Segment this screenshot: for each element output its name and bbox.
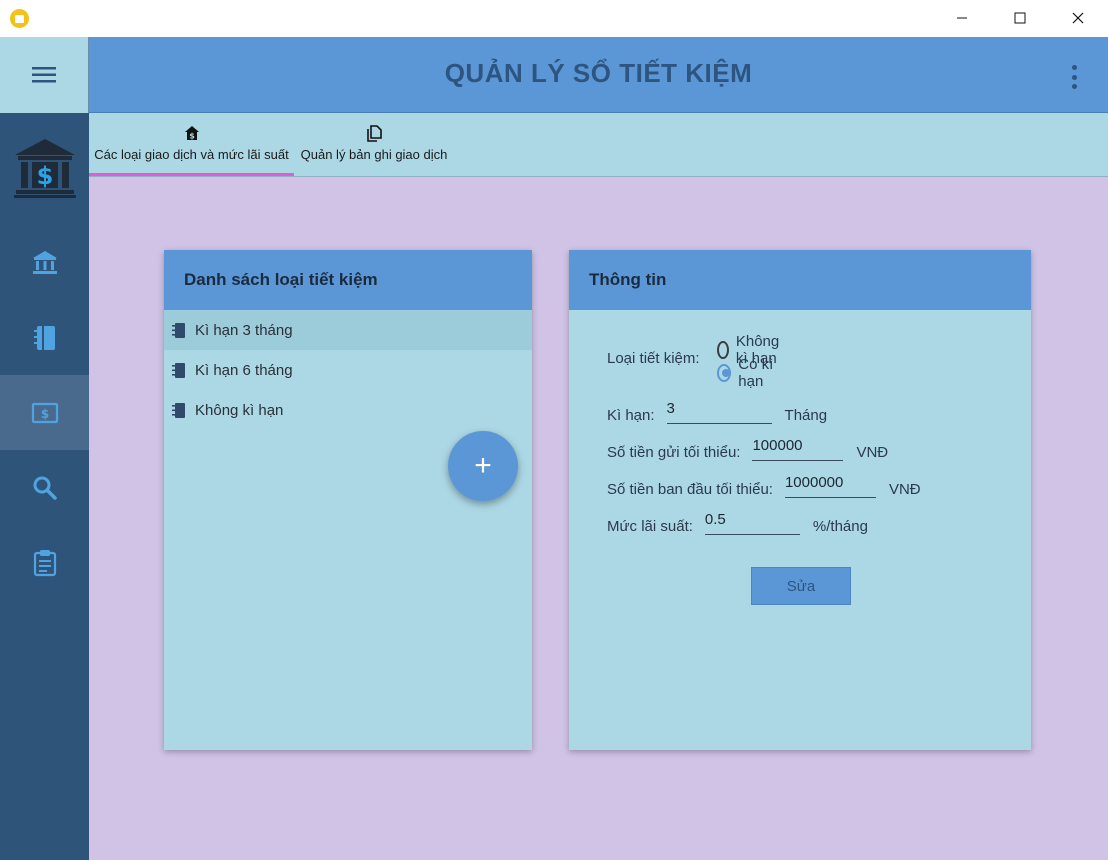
- interest-rate-row: Mức lãi suất: 0.5 %/tháng: [607, 511, 868, 535]
- list-item-label: Không kì hạn: [195, 401, 284, 419]
- sidebar-item-search[interactable]: [0, 450, 89, 525]
- menu-toggle-button[interactable]: [0, 37, 89, 113]
- term-label: Kì hạn:: [607, 407, 655, 424]
- savings-type-list-card: Danh sách loại tiết kiệm Kì hạn 3 tháng: [164, 250, 532, 750]
- side-navigation: $ $: [0, 37, 89, 860]
- maximize-icon: [1014, 12, 1026, 24]
- info-card: Thông tin Loại tiết kiệm: Không kì hạn C…: [569, 250, 1031, 750]
- term-field[interactable]: 3: [666, 400, 772, 424]
- tab-bar: $ Các loại giao dịch và mức lãi suất Quả…: [89, 113, 1108, 177]
- interest-rate-unit: %/tháng: [812, 518, 868, 535]
- close-icon: [1072, 12, 1084, 24]
- term-row: Kì hạn: 3 Tháng: [607, 400, 827, 424]
- radio-with-term[interactable]: Có kì hạn: [717, 356, 785, 390]
- min-initial-unit: VNĐ: [888, 481, 921, 498]
- house-dollar-icon: $: [184, 126, 199, 141]
- savings-type-label: Loại tiết kiệm:: [607, 350, 700, 367]
- savings-type-radio-group: Không kì hạn Có kì hạn: [717, 333, 785, 390]
- minimize-button[interactable]: [933, 0, 991, 36]
- more-options-button[interactable]: [1062, 65, 1086, 89]
- hamburger-menu-icon: [32, 67, 56, 83]
- bank-icon: [32, 250, 57, 274]
- list-item[interactable]: Không kì hạn: [164, 390, 532, 430]
- svg-text:$: $: [189, 132, 195, 141]
- tab-transaction-records[interactable]: Quản lý bản ghi giao dịch: [294, 113, 454, 176]
- sidebar-item-bank[interactable]: [0, 225, 89, 300]
- card-title: Danh sách loại tiết kiệm: [164, 250, 532, 310]
- tab-label: Các loại giao dịch và mức lãi suất: [94, 147, 289, 162]
- copy-pages-icon: [367, 125, 382, 142]
- list-item-label: Kì hạn 3 tháng: [195, 321, 293, 339]
- money-icon: $: [31, 402, 58, 423]
- main-content: Danh sách loại tiết kiệm Kì hạn 3 tháng: [89, 177, 1108, 860]
- sidebar-item-notebook[interactable]: [0, 300, 89, 375]
- term-unit: Tháng: [784, 407, 828, 424]
- notebook-icon: [172, 402, 185, 418]
- page-title: QUẢN LÝ SỔ TIẾT KIỆM: [444, 58, 753, 88]
- notebook-icon: [172, 362, 185, 378]
- tab-label: Quản lý bản ghi giao dịch: [300, 147, 448, 162]
- svg-text:$: $: [36, 162, 53, 190]
- list-item-label: Kì hạn 6 tháng: [195, 361, 293, 379]
- svg-text:$: $: [40, 407, 48, 421]
- maximize-button[interactable]: [991, 0, 1049, 36]
- interest-rate-label: Mức lãi suất:: [607, 518, 693, 535]
- min-deposit-label: Số tiền gửi tối thiểu:: [607, 444, 741, 461]
- min-deposit-unit: VNĐ: [856, 444, 889, 461]
- min-initial-label: Số tiền ban đầu tối thiểu:: [607, 481, 773, 498]
- list-item[interactable]: Kì hạn 3 tháng: [164, 310, 532, 350]
- edit-button[interactable]: Sửa: [751, 567, 851, 605]
- sidebar-item-money[interactable]: $: [0, 375, 89, 450]
- app-header: QUẢN LÝ SỔ TIẾT KIỆM: [89, 37, 1108, 113]
- add-savings-type-button[interactable]: +: [448, 431, 518, 501]
- notebook-icon: [33, 325, 55, 350]
- more-vertical-icon: [1071, 65, 1077, 70]
- clipboard-icon: [33, 549, 56, 576]
- min-initial-row: Số tiền ban đầu tối thiểu: 1000000 VNĐ: [607, 474, 921, 498]
- minimize-icon: [957, 17, 967, 19]
- min-initial-field[interactable]: 1000000: [784, 474, 876, 498]
- window-titlebar: [0, 0, 1108, 36]
- bank-dollar-logo-icon: $: [13, 139, 76, 198]
- card-title: Thông tin: [569, 250, 1031, 310]
- min-deposit-field[interactable]: 100000: [752, 437, 844, 461]
- savings-type-row: Loại tiết kiệm: Không kì hạn Có kì hạn: [607, 333, 779, 390]
- list-item[interactable]: Kì hạn 6 tháng: [164, 350, 532, 390]
- search-icon: [33, 476, 57, 500]
- notebook-icon: [172, 322, 185, 338]
- app-logo: $: [0, 113, 89, 223]
- min-deposit-row: Số tiền gửi tối thiểu: 100000 VNĐ: [607, 437, 888, 461]
- close-button[interactable]: [1049, 0, 1107, 36]
- tab-transaction-types[interactable]: $ Các loại giao dịch và mức lãi suất: [89, 113, 294, 176]
- sidebar-item-clipboard[interactable]: [0, 525, 89, 600]
- bank-app-icon: [10, 9, 29, 28]
- interest-rate-field[interactable]: 0.5: [704, 511, 800, 535]
